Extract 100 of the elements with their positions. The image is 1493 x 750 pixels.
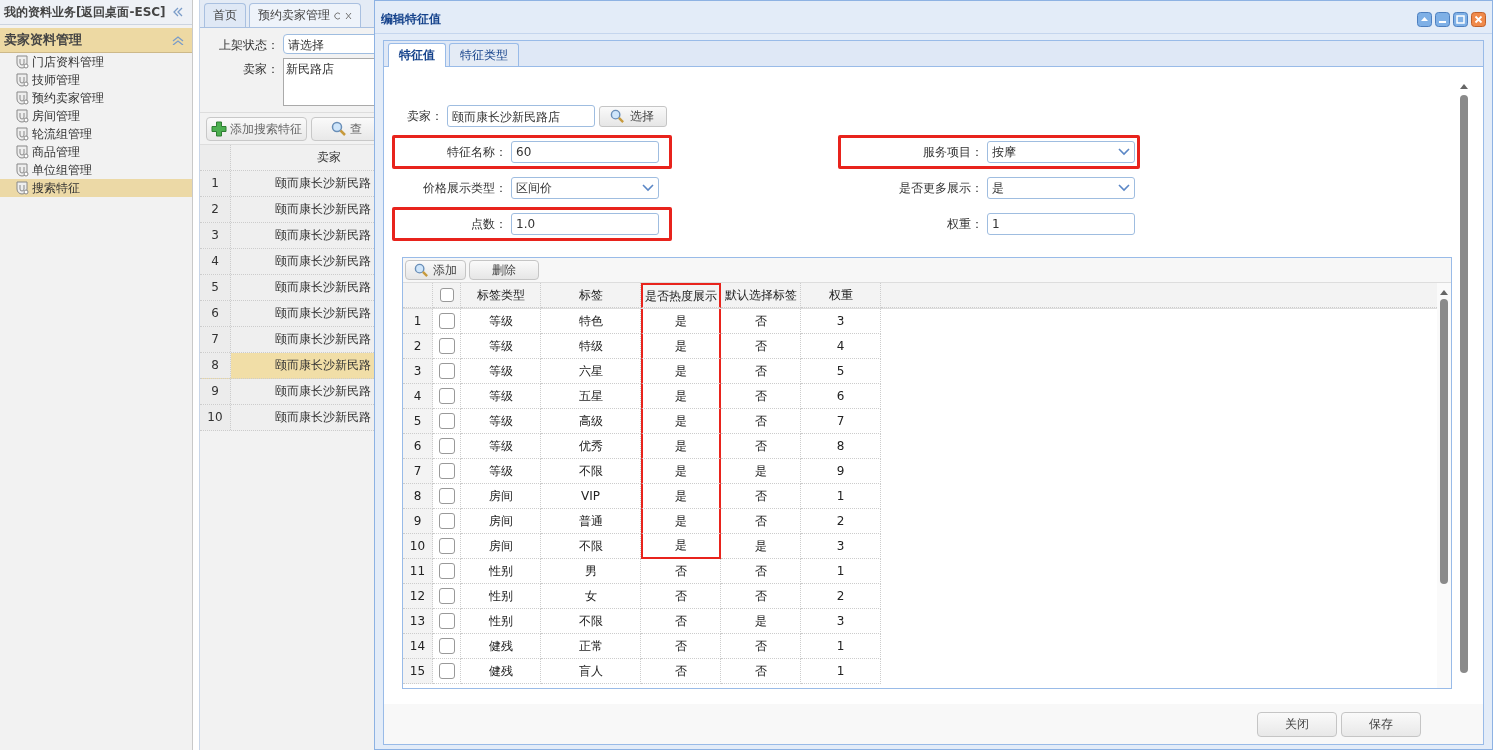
table-cell: 3 bbox=[801, 609, 881, 634]
field-label: 权重： bbox=[946, 215, 983, 233]
scrollbar[interactable] bbox=[1437, 283, 1451, 688]
select-field[interactable]: 按摩 bbox=[987, 141, 1135, 163]
text-field[interactable]: 1.0 bbox=[511, 213, 659, 235]
column-header[interactable]: 默认选择标签 bbox=[721, 283, 801, 308]
table-cell: 等级 bbox=[461, 359, 541, 384]
text-field[interactable]: 60 bbox=[511, 141, 659, 163]
caret-icon[interactable] bbox=[642, 184, 654, 192]
row-checkbox[interactable] bbox=[438, 638, 455, 654]
sidebar-item[interactable]: 技师管理 bbox=[0, 71, 192, 89]
select-all-checkbox[interactable] bbox=[439, 288, 454, 302]
dialog-tab[interactable]: 特征类型 bbox=[449, 43, 519, 66]
row-number: 1 bbox=[403, 309, 433, 334]
row-checkbox[interactable] bbox=[438, 388, 455, 404]
table-cell: 否 bbox=[721, 434, 801, 459]
table-cell: 9 bbox=[801, 459, 881, 484]
table-cell: 是 bbox=[641, 484, 721, 509]
column-header[interactable]: 卖家 bbox=[231, 149, 341, 166]
table-cell: 男 bbox=[541, 559, 641, 584]
grid-toolbar-button[interactable]: 添加 bbox=[405, 260, 466, 280]
caret-icon[interactable] bbox=[1118, 148, 1130, 156]
row-number: 2 bbox=[403, 334, 433, 359]
table-cell: 1 bbox=[801, 559, 881, 584]
sidebar-item[interactable]: 门店资料管理 bbox=[0, 53, 192, 71]
sidebar-item[interactable]: 房间管理 bbox=[0, 107, 192, 125]
collapse-icon[interactable] bbox=[172, 7, 184, 17]
sidebar-item[interactable]: 单位组管理 bbox=[0, 161, 192, 179]
table-cell: 是 bbox=[641, 334, 721, 359]
sidebar-item[interactable]: 搜索特征 bbox=[0, 179, 192, 197]
dialog-button[interactable]: 保存 bbox=[1341, 711, 1421, 737]
dialog-button[interactable]: 关闭 bbox=[1257, 711, 1337, 737]
close-icon[interactable] bbox=[1471, 11, 1486, 27]
dialog-tab[interactable]: 特征值 bbox=[388, 43, 446, 67]
row-checkbox[interactable] bbox=[438, 338, 455, 354]
field-label: 特征名称： bbox=[446, 143, 507, 161]
row-checkbox[interactable] bbox=[438, 488, 455, 504]
table-cell: 1 bbox=[801, 484, 881, 509]
row-checkbox[interactable] bbox=[438, 563, 455, 579]
table-cell: 等级 bbox=[461, 309, 541, 334]
table-cell: 否 bbox=[721, 409, 801, 434]
row-checkbox[interactable] bbox=[438, 438, 455, 454]
table-cell: 是 bbox=[641, 359, 721, 384]
table-cell: 是 bbox=[641, 509, 721, 534]
sidebar-item[interactable]: 预约卖家管理 bbox=[0, 89, 192, 107]
grid-toolbar-button[interactable]: 删除 bbox=[469, 260, 539, 280]
row-checkbox[interactable] bbox=[438, 613, 455, 629]
text-field[interactable]: 1 bbox=[987, 213, 1135, 235]
column-header[interactable]: 是否热度展示 bbox=[641, 283, 721, 308]
maximize-icon[interactable] bbox=[1453, 11, 1468, 27]
sidebar-item[interactable]: 轮流组管理 bbox=[0, 125, 192, 143]
refresh-close-icon[interactable] bbox=[334, 11, 352, 20]
field-label: 价格展示类型： bbox=[422, 179, 507, 197]
row-number: 15 bbox=[403, 659, 433, 684]
row-checkbox[interactable] bbox=[438, 513, 455, 529]
row-checkbox[interactable] bbox=[438, 313, 455, 329]
search-icon bbox=[330, 121, 347, 137]
table-cell: 否 bbox=[721, 484, 801, 509]
collapse-icon[interactable] bbox=[1417, 11, 1432, 27]
table-cell: 否 bbox=[641, 584, 721, 609]
table-cell: 不限 bbox=[541, 459, 641, 484]
column-header[interactable]: 标签 bbox=[541, 283, 641, 308]
table-cell: 特色 bbox=[541, 309, 641, 334]
collapse-icon[interactable] bbox=[172, 35, 184, 45]
row-checkbox[interactable] bbox=[438, 538, 455, 554]
row-checkbox[interactable] bbox=[438, 463, 455, 479]
minimize-icon[interactable] bbox=[1435, 11, 1450, 27]
table-cell: 8 bbox=[801, 434, 881, 459]
column-header[interactable]: 权重 bbox=[801, 283, 881, 308]
scroll-up-icon[interactable] bbox=[1440, 289, 1448, 295]
select-button[interactable]: 选择 bbox=[599, 105, 667, 127]
caret-icon[interactable] bbox=[1118, 184, 1130, 192]
select-field[interactable]: 是 bbox=[987, 177, 1135, 199]
page-tab[interactable]: 预约卖家管理 bbox=[249, 3, 361, 27]
row-checkbox[interactable] bbox=[438, 363, 455, 379]
table-cell: 是 bbox=[721, 459, 801, 484]
row-checkbox[interactable] bbox=[438, 588, 455, 604]
table-cell: 1 bbox=[801, 659, 881, 684]
scrollbar[interactable] bbox=[1457, 83, 1471, 673]
table-cell: 否 bbox=[721, 359, 801, 384]
table-cell: 五星 bbox=[541, 384, 641, 409]
row-checkbox[interactable] bbox=[438, 663, 455, 679]
toolbar-button[interactable]: 添加搜索特征 bbox=[206, 117, 307, 141]
select-field[interactable]: 区间价 bbox=[511, 177, 659, 199]
table-cell: 否 bbox=[641, 659, 721, 684]
table-cell: 是 bbox=[641, 309, 721, 334]
page-tab[interactable]: 首页 bbox=[204, 3, 246, 27]
field-label: 卖家： bbox=[406, 107, 443, 125]
sidebar-section[interactable]: 卖家资料管理 bbox=[0, 28, 192, 53]
scroll-up-icon[interactable] bbox=[1460, 83, 1468, 89]
table-cell: 否 bbox=[721, 384, 801, 409]
table-cell: 等级 bbox=[461, 334, 541, 359]
table-cell: 否 bbox=[641, 559, 721, 584]
row-checkbox[interactable] bbox=[438, 413, 455, 429]
table-cell: 否 bbox=[721, 309, 801, 334]
table-cell: 等级 bbox=[461, 459, 541, 484]
table-cell: 特级 bbox=[541, 334, 641, 359]
sidebar-item[interactable]: 商品管理 bbox=[0, 143, 192, 161]
column-header[interactable]: 标签类型 bbox=[461, 283, 541, 308]
text-field[interactable]: 颐而康长沙新民路店 bbox=[447, 105, 595, 127]
